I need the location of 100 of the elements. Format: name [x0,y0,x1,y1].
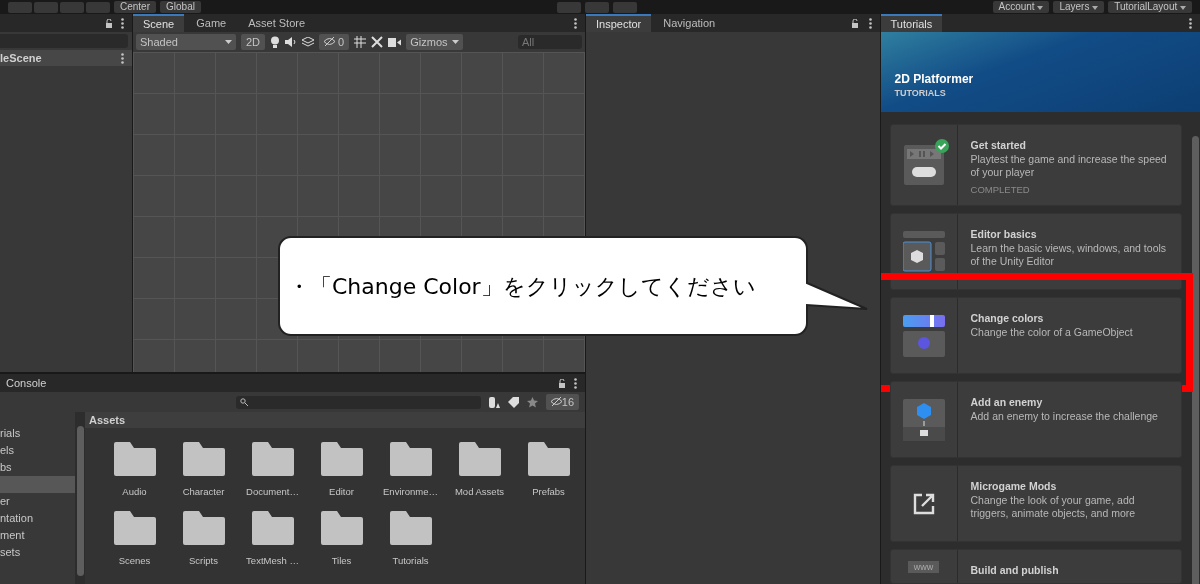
more-icon[interactable] [868,17,872,29]
more-icon[interactable] [121,52,124,64]
star-icon[interactable] [526,396,538,408]
tutorial-card[interactable]: Get started Playtest the game and increase the speed of your player COMPLETED [889,124,1182,206]
folder-icon[interactable] [113,442,156,476]
folder-name[interactable]: Document… [246,486,299,497]
console-tab[interactable]: Console [6,377,47,389]
light-bulb-icon[interactable] [270,36,281,48]
card-description: Learn the basic views, windows, and tools of the Unity Editor [970,242,1168,267]
lock-icon[interactable] [850,18,859,28]
caret-icon [1037,6,1044,10]
folder-icon[interactable] [389,511,432,545]
tab[interactable]: Game [186,14,237,32]
caret-icon [1180,6,1186,10]
grid-icon[interactable] [354,36,367,48]
folder-name[interactable]: TextMesh … [246,555,299,566]
lock-icon[interactable] [558,378,566,388]
card-title: Editor basics [970,228,1038,240]
external-link-icon [912,492,935,515]
folder-name[interactable]: Tiles [331,555,352,566]
speaker-icon[interactable] [285,37,298,47]
breadcrumb: Assets [85,412,585,428]
scene-name: leScene [0,52,42,64]
tree-item[interactable]: rials [0,425,75,442]
card-description: Change the look of your game, add triggers, animate objects, and more [970,494,1137,519]
folder-name[interactable]: Editor [329,486,354,497]
filter-icon[interactable] [488,396,500,408]
game-controller-icon [903,145,944,185]
folder-name[interactable]: Tutorials [392,555,429,566]
tutorial-card[interactable]: Editor basics Learn the basic views, windows, and tools of the Unity Editor [889,213,1182,290]
card-description: Change the color of a GameObject [970,326,1133,339]
card-title: Change colors [970,312,1045,324]
tree-item[interactable]: er [0,493,75,510]
layers-icon[interactable] [302,37,315,47]
search-field[interactable] [236,395,481,409]
2d-toggle[interactable]: 2D [241,34,266,50]
tutorial-title: 2D Platformer [894,72,975,86]
folder-name[interactable]: Scripts [188,555,218,566]
tab[interactable]: Asset Store [238,14,316,32]
shading-dropdown[interactable]: Shaded [136,34,236,50]
more-icon[interactable] [574,377,577,389]
space-button[interactable]: Global [160,1,201,13]
more-icon[interactable] [121,17,124,29]
tutorial-card[interactable]: www Build and publish [889,549,1182,584]
folder-icon[interactable] [182,442,225,476]
layout-dropdown[interactable]: TutorialLayout [1108,1,1192,13]
web-icon: www [907,560,940,573]
folder-icon[interactable] [527,442,570,476]
folder-icon[interactable] [251,442,294,476]
tab[interactable]: Inspector [586,14,652,32]
tree-item[interactable]: bs [0,459,75,476]
tab[interactable]: Tutorials [880,14,943,32]
camera-icon[interactable] [388,37,402,47]
folder-icon[interactable] [458,442,501,476]
tree-item[interactable]: els [0,442,75,459]
folder-name[interactable]: Scenes [118,555,151,566]
tree-item[interactable]: ntation [0,510,75,527]
card-title: Add an enemy [970,396,1044,408]
folder-icon[interactable] [320,442,363,476]
completed-label: COMPLETED [970,184,1031,195]
folder-name[interactable]: Character [182,486,225,497]
hidden-eye-icon [324,37,336,46]
scrollbar[interactable] [75,412,85,584]
lock-icon[interactable] [105,18,113,28]
caret-icon [1092,6,1099,10]
tree-item[interactable]: ment [0,527,75,544]
gizmos-dropdown[interactable]: Gizmos [406,34,463,50]
more-icon[interactable] [1189,17,1192,29]
search-icon [240,398,248,406]
hidden-packages-toggle[interactable]: 16 [545,394,579,410]
hidden-objects-toggle[interactable]: 0 [319,34,350,50]
folder-icon[interactable] [251,511,294,545]
tools-icon[interactable] [371,36,384,48]
caret-icon [451,40,459,44]
folder-icon[interactable] [113,511,156,545]
folder-name[interactable]: Mod Assets [454,486,505,497]
card-description: Playtest the game and increase the speed of your player [970,153,1168,178]
tag-icon[interactable] [507,396,519,408]
tutorial-card[interactable]: Microgame Mods Change the look of your game, add triggers, animate objects, and more [889,465,1182,542]
folder-icon[interactable] [320,511,363,545]
tab[interactable]: Scene [133,14,185,32]
folder-name[interactable]: Audio [122,486,147,497]
tutorial-card[interactable]: Add an enemy Add an enemy to increase the challenge [889,381,1182,458]
tutorial-subtitle: TUTORIALS [894,88,947,98]
account-dropdown[interactable]: Account [992,1,1050,13]
more-icon[interactable] [574,17,577,29]
tab[interactable]: Navigation [653,14,726,32]
cube-icon [902,398,945,441]
folder-name[interactable]: Prefabs [532,486,565,497]
pivot-button[interactable]: Center [114,1,156,13]
folder-icon[interactable] [182,511,225,545]
folder-icon[interactable] [389,442,432,476]
tree-item[interactable]: sets [0,544,75,561]
caret-icon [225,40,232,44]
layers-dropdown[interactable]: Layers [1053,1,1105,13]
hidden-eye-icon [550,397,562,406]
search-field[interactable]: All [518,35,582,49]
card-title: Get started [970,139,1027,151]
folder-name[interactable]: Environme… [383,486,438,497]
tutorial-card[interactable]: Change colors Change the color of a GameObject [889,297,1182,374]
